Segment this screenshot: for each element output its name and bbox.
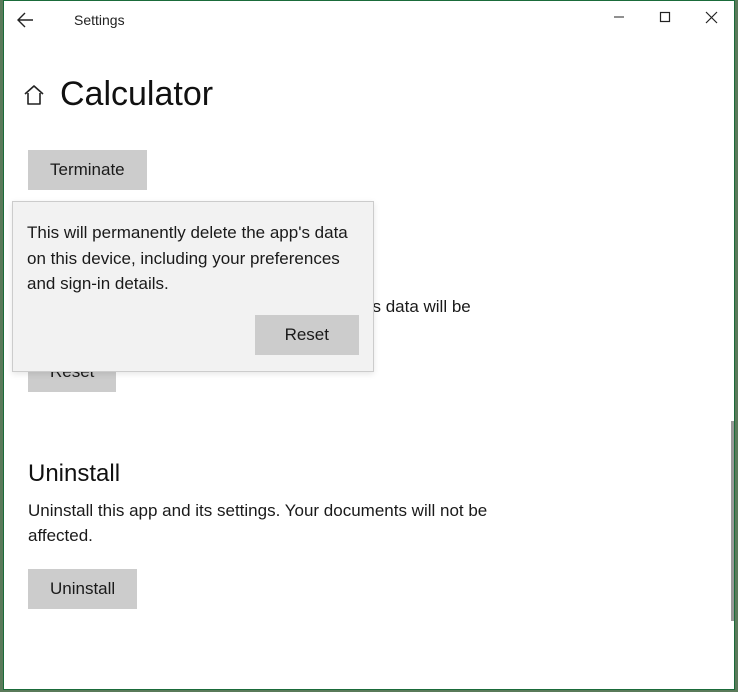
page-header: Calculator [22, 75, 734, 114]
page-title: Calculator [60, 75, 213, 114]
uninstall-heading: Uninstall [28, 460, 710, 488]
flyout-actions: Reset [27, 315, 359, 355]
settings-window: Settings Calculator Terminate If this ap… [3, 0, 735, 690]
titlebar: Settings [4, 1, 734, 39]
minimize-button[interactable] [596, 1, 642, 33]
maximize-button[interactable] [642, 1, 688, 33]
maximize-icon [659, 11, 671, 23]
close-icon [705, 11, 718, 24]
home-icon[interactable] [22, 83, 46, 107]
uninstall-button[interactable]: Uninstall [28, 569, 137, 609]
window-title: Settings [74, 12, 125, 28]
close-button[interactable] [688, 1, 734, 33]
back-arrow-icon [16, 11, 34, 29]
flyout-message: This will permanently delete the app's d… [27, 220, 359, 297]
terminate-button[interactable]: Terminate [28, 150, 147, 190]
minimize-icon [613, 11, 625, 23]
window-controls [596, 1, 734, 33]
reset-confirm-flyout: This will permanently delete the app's d… [12, 201, 374, 372]
back-button[interactable] [4, 1, 46, 39]
scrollbar-thumb[interactable] [731, 421, 734, 621]
flyout-reset-confirm-button[interactable]: Reset [255, 315, 359, 355]
uninstall-description: Uninstall this app and its settings. You… [28, 498, 548, 549]
